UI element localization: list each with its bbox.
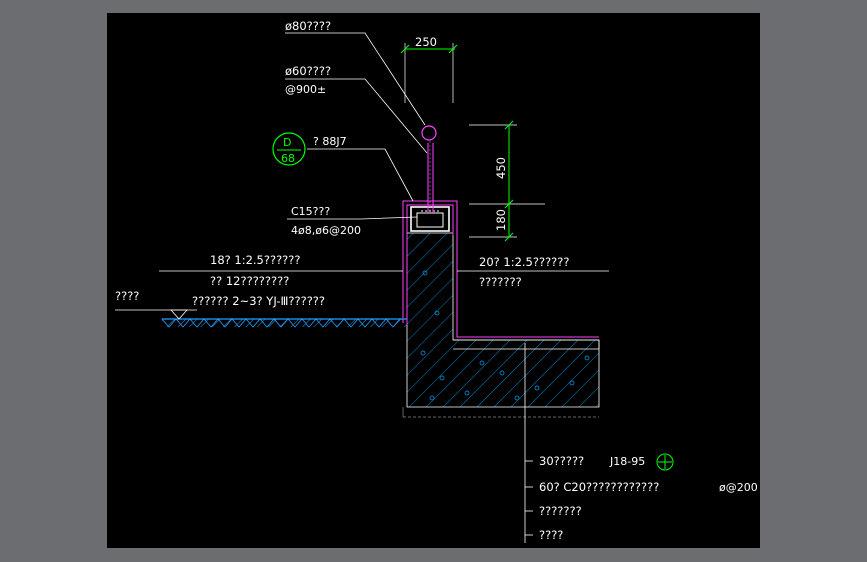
note-4: ???? — [539, 528, 563, 542]
label-coping: C15??? — [291, 205, 330, 218]
label-rail-mid: ø60???? — [285, 64, 331, 78]
label-left-layer2: ?? 12???????? — [210, 274, 289, 288]
dim-height-upper: 450 — [494, 157, 508, 179]
bubble-bottom: 68 — [281, 152, 295, 165]
label-left-layer3: ?????? 2~3? YJ-Ⅲ?????? — [192, 294, 325, 308]
note-1: 30????? — [539, 454, 584, 468]
railing — [421, 125, 437, 213]
label-rail-spacing: @900± — [285, 83, 326, 96]
note-3: ??????? — [539, 504, 582, 518]
ground-line — [115, 309, 407, 328]
detail-bubble — [272, 132, 674, 471]
bubble-top: D — [283, 136, 291, 149]
note-1-code: J18-95 — [609, 455, 645, 468]
dim-width: 250 — [415, 35, 437, 49]
label-right-plaster: 20? 1:2.5?????? — [479, 255, 570, 269]
label-ref-code: ? 88J7 — [313, 135, 347, 148]
label-left-plaster: 18? 1:2.5?????? — [210, 253, 301, 267]
note-2-spacing: ø@200 — [719, 481, 758, 494]
label-rebar: 4ø8,ø6@200 — [291, 224, 361, 237]
cad-canvas: ø80???? ø60???? @900± ? 88J7 D 68 C15???… — [107, 13, 760, 548]
note-2: 60? C20???????????? — [539, 480, 659, 494]
label-right-layer2: ??????? — [479, 275, 522, 289]
section-drawing: ø80???? ø60???? @900± ? 88J7 D 68 C15???… — [115, 19, 758, 543]
label-rail-top: ø80???? — [285, 19, 331, 33]
label-ground: ???? — [115, 289, 139, 303]
dim-height-lower: 180 — [494, 209, 508, 231]
